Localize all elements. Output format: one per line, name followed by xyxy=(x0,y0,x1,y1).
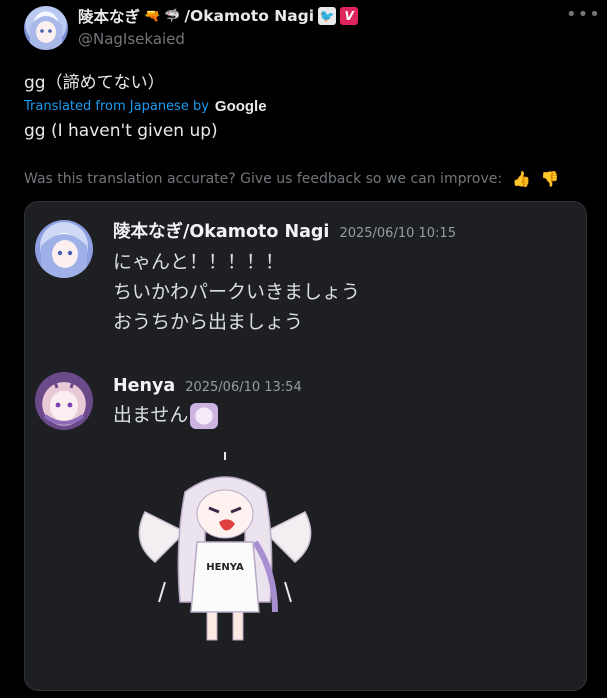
sticker-shirt-text: HENYA xyxy=(206,562,244,573)
google-logo: Google xyxy=(214,98,267,115)
translation-attribution: Translated from Japanese by Google xyxy=(24,98,267,115)
message-line: 出ません xyxy=(113,400,302,430)
more-options-button[interactable]: ••• xyxy=(566,4,601,25)
message-line: おうちから出ましょう xyxy=(113,311,304,333)
attached-image[interactable]: 陵本なぎ/Okamoto Nagi 2025/06/10 10:15 にゃんと！！… xyxy=(24,201,587,691)
tweet-text: gg（諦めてない） xyxy=(24,73,165,93)
message-1: 陵本なぎ/Okamoto Nagi 2025/06/10 10:15 にゃんと！！… xyxy=(113,218,456,337)
translated-from-link[interactable]: Translated from Japanese by xyxy=(24,99,209,114)
translated-text: gg (I haven't given up) xyxy=(24,121,218,141)
feedback-prompt: Was this translation accurate? Give us f… xyxy=(24,171,503,187)
message-line: にゃんと！！！！！ xyxy=(113,251,285,273)
henya-sticker: HENYA xyxy=(138,452,312,641)
author-name[interactable]: 陵本なぎ 🔫 🦈/Okamoto Nagi 🐦 V xyxy=(78,5,359,27)
avatar-art xyxy=(30,16,62,50)
verified-v-badge-icon: V xyxy=(340,7,359,25)
bird-badge-icon: 🐦 xyxy=(318,7,337,25)
translation-feedback: Was this translation accurate? Give us f… xyxy=(24,170,559,188)
author-avatar[interactable] xyxy=(24,6,68,50)
message-author: 陵本なぎ/Okamoto Nagi 2025/06/10 10:15 xyxy=(113,222,456,242)
message-line: ちいかわパークいきましょう xyxy=(113,281,361,303)
message-avatar xyxy=(35,220,93,278)
message-avatar xyxy=(35,372,93,430)
thumbs-up-icon[interactable]: 👍 xyxy=(512,170,531,188)
message-author: Henya 2025/06/10 13:54 xyxy=(113,376,302,396)
shark-icon: 🦈 xyxy=(164,8,181,24)
message-timestamp: 2025/06/10 13:54 xyxy=(185,380,302,395)
thumbs-down-icon[interactable]: 👎 xyxy=(541,170,560,188)
author-handle[interactable]: @NagIsekaied xyxy=(78,30,185,48)
name-suffix: /Okamoto Nagi xyxy=(184,7,315,25)
display-name: 陵本なぎ xyxy=(78,8,141,26)
message-2: Henya 2025/06/10 13:54 出ません xyxy=(113,376,302,430)
custom-emoji-icon xyxy=(190,402,219,429)
gun-icon: 🔫 xyxy=(144,8,161,24)
message-timestamp: 2025/06/10 10:15 xyxy=(339,226,456,241)
